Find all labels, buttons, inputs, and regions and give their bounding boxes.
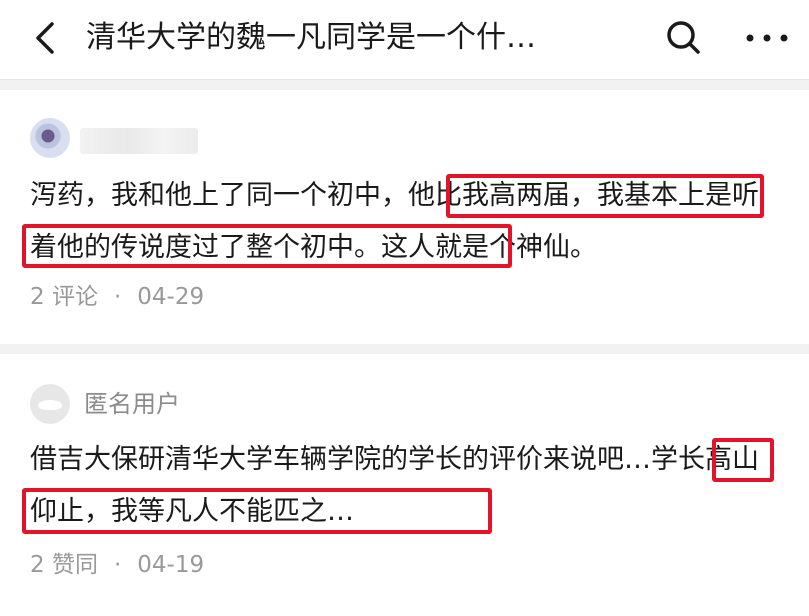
search-button[interactable] xyxy=(664,18,704,58)
comment-card[interactable]: 泻药，我和他上了同一个初中，他比我高两届，我基本上是听着他的传说度过了整个初中。… xyxy=(0,90,809,344)
highlight-box xyxy=(712,438,774,482)
back-button[interactable] xyxy=(28,18,68,58)
meta-separator: · xyxy=(113,284,122,310)
username[interactable]: 匿名用户 xyxy=(84,388,180,420)
highlight-box xyxy=(22,488,492,534)
comment-date: 04-29 xyxy=(137,284,205,310)
comment-count[interactable]: 2 评论 xyxy=(30,284,98,310)
more-horizontal-icon xyxy=(746,34,788,42)
avatar[interactable] xyxy=(30,384,70,424)
comment-meta: 2 评论 · 04-29 xyxy=(30,282,204,312)
chevron-left-icon xyxy=(36,22,54,54)
avatar-glyph xyxy=(38,400,62,410)
highlight-box xyxy=(22,224,512,268)
meta-separator: · xyxy=(113,552,122,578)
search-icon xyxy=(667,21,700,54)
comment-card[interactable]: 匿名用户 借吉大保研清华大学车辆学院的学长的评价来说吧…学长高山仰止，我等凡人不… xyxy=(0,354,809,616)
avatar[interactable] xyxy=(30,118,70,158)
comment-meta: 2 赞同 · 04-19 xyxy=(30,550,204,580)
comment-date: 04-19 xyxy=(137,552,205,578)
upvote-count[interactable]: 2 赞同 xyxy=(30,552,98,578)
page-title[interactable]: 清华大学的魏一凡同学是一个什… xyxy=(86,16,626,60)
more-button[interactable] xyxy=(742,18,792,58)
highlight-box xyxy=(446,174,764,218)
top-bar: 清华大学的魏一凡同学是一个什… xyxy=(0,0,809,80)
blurred-username[interactable] xyxy=(80,128,198,154)
